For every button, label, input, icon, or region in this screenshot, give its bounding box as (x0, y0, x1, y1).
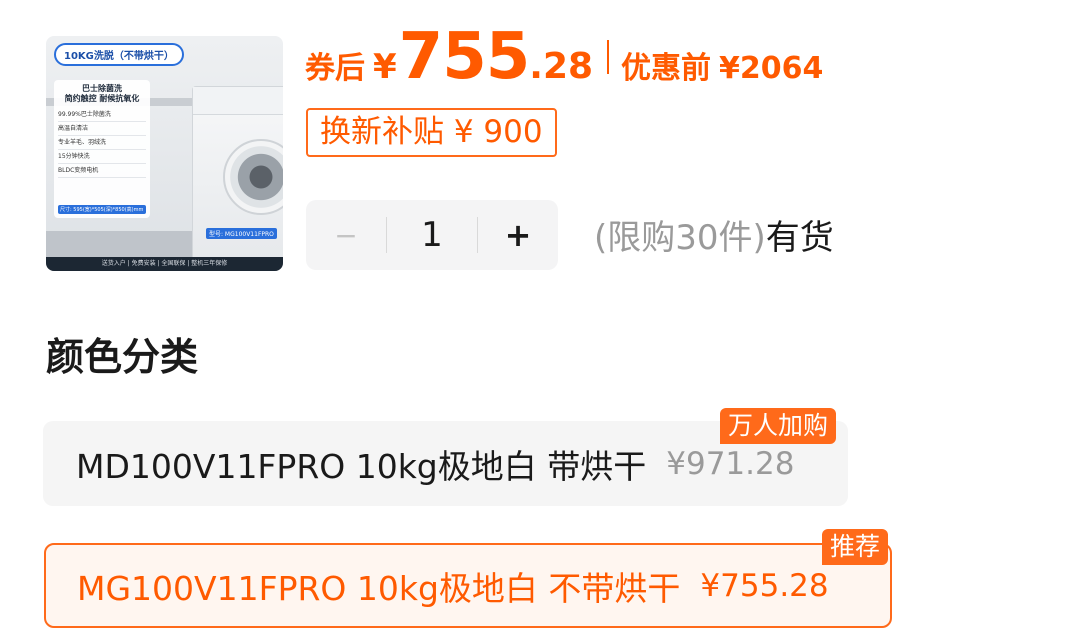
option-name: MD100V11FPRO 10kg极地白 带烘干 (76, 446, 647, 486)
decrease-quantity-button[interactable]: − (306, 219, 386, 252)
price-row: 券后 ¥ 755 .28 优惠前 ¥2064 (305, 22, 823, 92)
availability: 有货 (765, 218, 834, 258)
service-footer: 送货入户 | 免费安装 | 全国联保 | 整机三年保修 (46, 257, 283, 271)
feature-item: 15分钟快洗 (58, 150, 146, 164)
after-coupon-label: 券后 (305, 51, 365, 86)
color-section-title: 颜色分类 (46, 335, 199, 379)
quantity-value[interactable]: 1 (387, 215, 477, 255)
trade-in-subsidy-badge: 换新补贴 ¥ 900 (306, 108, 557, 157)
feature-card: 巴士除菌洗 简约触控 耐候抗氧化 99.99%巴士除菌洗 高温自清洁 专业羊毛、… (54, 80, 150, 218)
drum-door-graphic (223, 139, 283, 215)
original-price: ¥2064 (719, 51, 824, 86)
thumbnail-tag: 10KG洗脱（不带烘干） (54, 43, 184, 66)
model-label: 型号: MG100V11FPRO (206, 228, 277, 239)
feature-item: BLDC变频电机 (58, 164, 146, 178)
feature-item: 专业羊毛、羽绒洗 (58, 136, 146, 150)
control-panel-graphic (193, 87, 283, 115)
option-name: MG100V11FPRO 10kg极地白 不带烘干 (77, 568, 681, 608)
option-price: ¥755.28 (700, 567, 829, 604)
recommended-badge: 推荐 (822, 529, 889, 565)
stock-status: (限购30件)有货 (594, 210, 834, 259)
color-option-selected[interactable]: MG100V11FPRO 10kg极地白 不带烘干 ¥755.28 (44, 543, 892, 628)
original-price-label: 优惠前 (621, 51, 712, 86)
washing-machine-graphic (192, 86, 283, 271)
purchase-limit: (限购30件) (594, 218, 766, 258)
option-price: ¥971.28 (666, 445, 795, 482)
price-divider (607, 40, 610, 74)
feature-item: 99.99%巴士除菌洗 (58, 108, 146, 122)
currency-symbol: ¥ (373, 47, 397, 87)
price-decimal: .28 (529, 46, 594, 87)
increase-quantity-button[interactable]: + (478, 216, 558, 254)
feature-list: 99.99%巴士除菌洗 高温自清洁 专业羊毛、羽绒洗 15分钟快洗 BLDC变频… (58, 108, 146, 178)
product-thumbnail[interactable]: 10KG洗脱（不带烘干） 巴士除菌洗 简约触控 耐候抗氧化 99.99%巴士除菌… (46, 36, 283, 271)
popular-badge: 万人加购 (720, 408, 837, 444)
quantity-stepper: − 1 + (306, 200, 558, 270)
price-integer: 755 (398, 20, 531, 94)
size-text: 尺寸: 595(宽)*505(深)*850(高)mm (58, 205, 146, 214)
feature-card-title: 巴士除菌洗 简约触控 耐候抗氧化 (64, 84, 140, 103)
feature-item: 高温自清洁 (58, 122, 146, 136)
